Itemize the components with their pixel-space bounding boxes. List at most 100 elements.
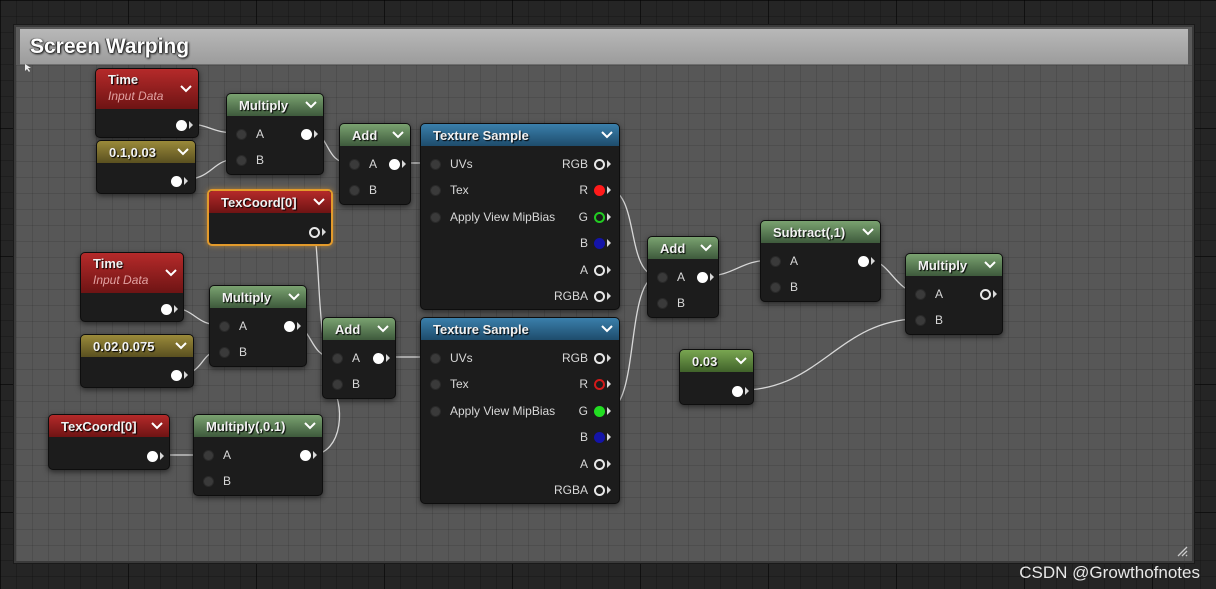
time-node-2[interactable]: Time Input Data: [80, 252, 184, 322]
multiply-node-3-header[interactable]: Multiply(,0.1): [194, 415, 322, 437]
output-pin[interactable]: [980, 288, 991, 300]
input-pin-a[interactable]: [219, 320, 230, 332]
output-pin-r[interactable]: [594, 184, 605, 196]
chevron-down-icon[interactable]: [601, 131, 613, 139]
output-pin[interactable]: [697, 271, 708, 283]
input-pin-a[interactable]: [203, 449, 214, 461]
output-pin-r[interactable]: [594, 378, 605, 390]
input-pin-uvs[interactable]: [430, 352, 441, 364]
output-pin[interactable]: [171, 175, 182, 187]
output-pin-a[interactable]: [594, 458, 605, 470]
add-node-2[interactable]: Add A B: [322, 317, 396, 399]
chevron-down-icon[interactable]: [175, 342, 187, 350]
constant2-node-1-header[interactable]: 0.1,0.03: [97, 141, 195, 163]
output-pin-b[interactable]: [594, 237, 605, 249]
output-pin-rgb[interactable]: [594, 158, 605, 170]
add-node-2-header[interactable]: Add: [323, 318, 395, 340]
output-pin-g[interactable]: [594, 405, 605, 417]
input-pin-a[interactable]: [236, 128, 247, 140]
input-pin-b[interactable]: [219, 346, 230, 358]
chevron-down-icon[interactable]: [700, 244, 712, 252]
multiply-node-4[interactable]: Multiply A B: [905, 253, 1003, 335]
input-pin-tex[interactable]: [430, 184, 441, 196]
texcoord-node-selected-header[interactable]: TexCoord[0]: [209, 191, 331, 213]
chevron-down-icon[interactable]: [288, 293, 300, 301]
constant2-node-1[interactable]: 0.1,0.03: [96, 140, 196, 194]
output-pin[interactable]: [309, 226, 320, 238]
multiply-node-1[interactable]: Multiply A B: [226, 93, 324, 175]
chevron-down-icon[interactable]: [151, 422, 163, 430]
multiply-node-1-header[interactable]: Multiply: [227, 94, 323, 116]
input-pin-b[interactable]: [236, 154, 247, 166]
chevron-down-icon[interactable]: [862, 228, 874, 236]
time-node-1-header[interactable]: Time Input Data: [96, 69, 198, 109]
input-pin-b[interactable]: [332, 378, 343, 390]
chevron-down-icon[interactable]: [735, 357, 747, 365]
chevron-down-icon[interactable]: [180, 85, 192, 93]
texture-sample-node-1-header[interactable]: Texture Sample: [421, 124, 619, 146]
constant-node[interactable]: 0.03: [679, 349, 754, 405]
output-pin[interactable]: [300, 449, 311, 461]
input-pin-b[interactable]: [915, 314, 926, 326]
add-node-3[interactable]: Add A B: [647, 236, 719, 318]
subtract-node[interactable]: Subtract(,1) A B: [760, 220, 881, 302]
add-node-3-header[interactable]: Add: [648, 237, 718, 259]
chevron-down-icon[interactable]: [377, 325, 389, 333]
add-node-1-header[interactable]: Add: [340, 124, 410, 146]
output-pin[interactable]: [858, 255, 869, 267]
texture-sample-node-2-header[interactable]: Texture Sample: [421, 318, 619, 340]
subtract-node-header[interactable]: Subtract(,1): [761, 221, 880, 243]
time-node-2-header[interactable]: Time Input Data: [81, 253, 183, 293]
texcoord-node-selected[interactable]: TexCoord[0]: [207, 189, 333, 246]
multiply-node-2[interactable]: Multiply A B: [209, 285, 307, 367]
chevron-down-icon[interactable]: [601, 325, 613, 333]
time-node-1[interactable]: Time Input Data: [95, 68, 199, 138]
chevron-down-icon[interactable]: [304, 422, 316, 430]
comment-header[interactable]: Screen Warping: [20, 29, 1188, 65]
chevron-down-icon[interactable]: [984, 261, 996, 269]
input-pin-b[interactable]: [770, 281, 781, 293]
input-pin-a[interactable]: [657, 271, 668, 283]
output-pin[interactable]: [373, 352, 384, 364]
output-pin-rgba[interactable]: [594, 290, 605, 302]
input-pin-b[interactable]: [349, 184, 360, 196]
chevron-down-icon[interactable]: [392, 131, 404, 139]
chevron-down-icon[interactable]: [165, 269, 177, 277]
output-pin[interactable]: [301, 128, 312, 140]
output-pin-rgba[interactable]: [594, 484, 605, 496]
input-pin-a[interactable]: [915, 288, 926, 300]
input-pin-a[interactable]: [770, 255, 781, 267]
multiply-node-4-header[interactable]: Multiply: [906, 254, 1002, 276]
texture-sample-node-2[interactable]: Texture Sample UVs Tex Apply View MipBia…: [420, 317, 620, 504]
output-pin[interactable]: [389, 158, 400, 170]
input-pin-uvs[interactable]: [430, 158, 441, 170]
input-pin-b[interactable]: [203, 475, 214, 487]
constant2-node-2-header[interactable]: 0.02,0.075: [81, 335, 193, 357]
output-pin-a[interactable]: [594, 264, 605, 276]
input-pin-mipbias[interactable]: [430, 405, 441, 417]
resize-handle-icon[interactable]: [1176, 545, 1188, 557]
output-pin-rgb[interactable]: [594, 352, 605, 364]
output-pin[interactable]: [171, 369, 182, 381]
input-pin-a[interactable]: [349, 158, 360, 170]
output-pin-b[interactable]: [594, 431, 605, 443]
constant2-node-2[interactable]: 0.02,0.075: [80, 334, 194, 388]
chevron-down-icon[interactable]: [313, 198, 325, 206]
chevron-down-icon[interactable]: [305, 101, 317, 109]
constant-node-header[interactable]: 0.03: [680, 350, 753, 372]
input-pin-b[interactable]: [657, 297, 668, 309]
output-pin[interactable]: [147, 450, 158, 462]
output-pin[interactable]: [284, 320, 295, 332]
output-pin[interactable]: [176, 119, 187, 131]
texcoord-node-2-header[interactable]: TexCoord[0]: [49, 415, 169, 437]
multiply-node-2-header[interactable]: Multiply: [210, 286, 306, 308]
add-node-1[interactable]: Add A B: [339, 123, 411, 205]
input-pin-a[interactable]: [332, 352, 343, 364]
input-pin-tex[interactable]: [430, 378, 441, 390]
output-pin[interactable]: [161, 303, 172, 315]
input-pin-mipbias[interactable]: [430, 211, 441, 223]
output-pin[interactable]: [732, 385, 743, 397]
texture-sample-node-1[interactable]: Texture Sample UVs Tex Apply View MipBia…: [420, 123, 620, 310]
chevron-down-icon[interactable]: [177, 148, 189, 156]
texcoord-node-2[interactable]: TexCoord[0]: [48, 414, 170, 470]
